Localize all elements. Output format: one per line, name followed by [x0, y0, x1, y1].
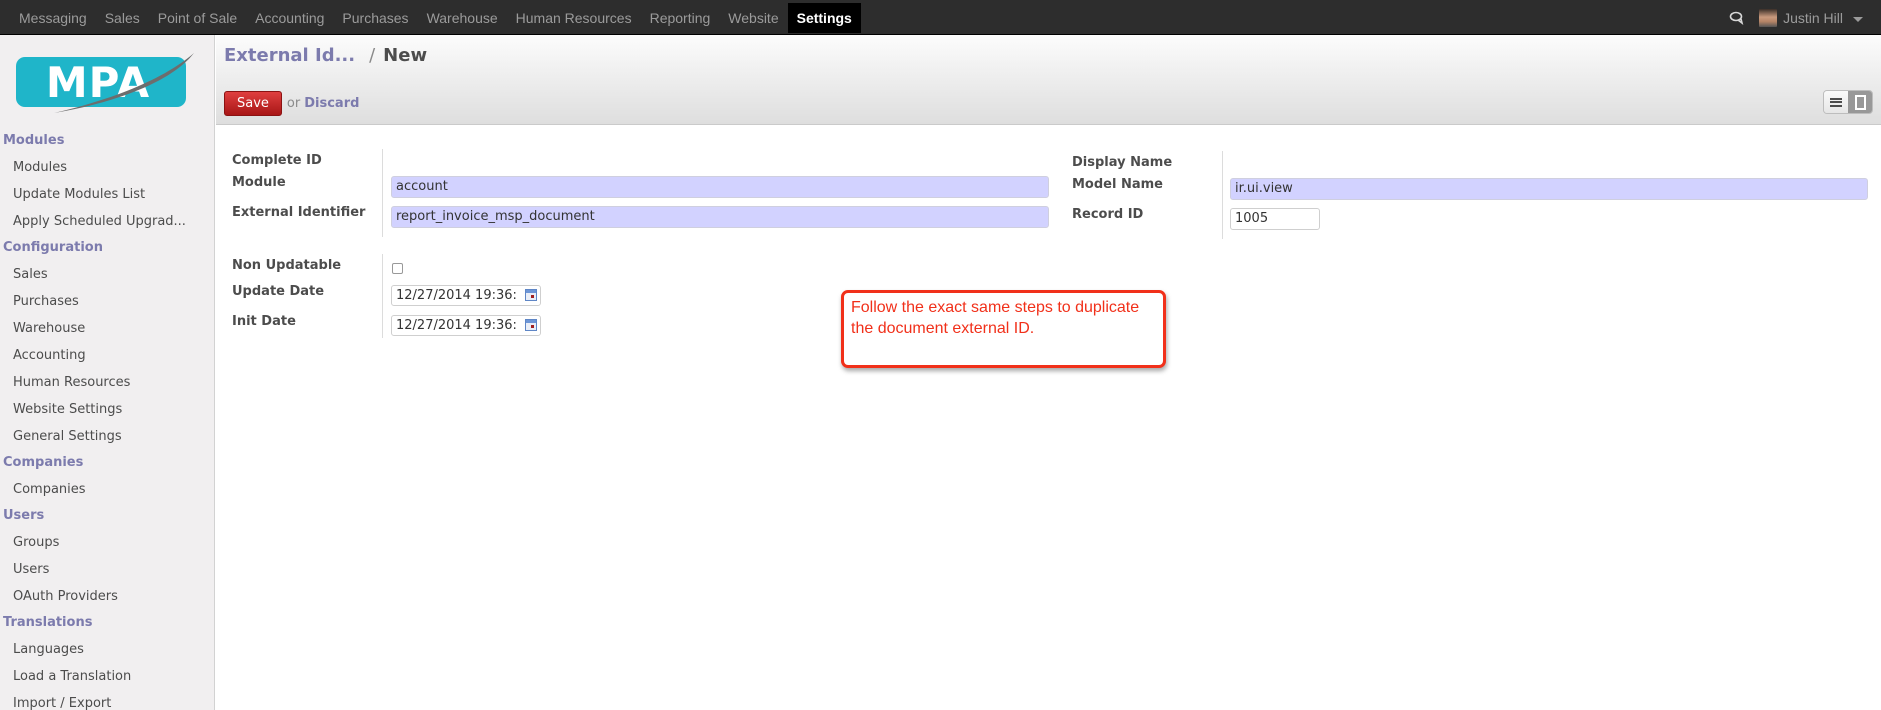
menu-accounting[interactable]: Accounting	[246, 3, 333, 33]
caret-down-icon	[1853, 16, 1863, 22]
sidebar-item-accounting[interactable]: Accounting	[0, 342, 214, 369]
non-updatable-label: Non Updatable	[232, 258, 342, 273]
user-name: Justin Hill	[1783, 9, 1843, 26]
record-id-field[interactable]: 1005	[1230, 208, 1320, 230]
sidebar-item-import-export[interactable]: Import / Export	[0, 690, 214, 710]
form-view-button[interactable]	[1848, 91, 1872, 113]
external-identifier-field[interactable]: report_invoice_msp_document	[391, 206, 1049, 228]
init-date-field[interactable]: 12/27/2014 19:36:	[391, 315, 541, 336]
or-text: or	[286, 96, 301, 111]
model-name-field[interactable]: ir.ui.view	[1230, 178, 1868, 200]
menu-warehouse[interactable]: Warehouse	[418, 3, 507, 33]
breadcrumb: External Id... / New	[224, 45, 427, 66]
save-button[interactable]: Save	[224, 91, 282, 116]
form-actions: Save or Discard	[224, 91, 359, 116]
annotation-callout: Follow the exact same steps to duplicate…	[841, 290, 1166, 368]
module-label: Module	[232, 175, 286, 190]
calendar-icon[interactable]	[525, 289, 537, 301]
module-field[interactable]: account	[391, 176, 1049, 198]
menu-settings[interactable]: Settings	[787, 2, 861, 33]
user-menu[interactable]: Justin Hill	[1759, 8, 1863, 27]
form-icon	[1854, 94, 1866, 110]
sidebar-section-companies: Companies	[3, 455, 84, 470]
sidebar-item-warehouse[interactable]: Warehouse	[0, 315, 214, 342]
list-icon	[1830, 97, 1842, 107]
sidebar-item-apply-scheduled-upgrades[interactable]: Apply Scheduled Upgrad...	[0, 208, 214, 235]
field-separator	[382, 254, 383, 338]
breadcrumb-parent-link[interactable]: External Id...	[224, 45, 355, 66]
sidebar-item-oauth-providers[interactable]: OAuth Providers	[0, 583, 214, 610]
sidebar-section-users: Users	[3, 508, 45, 523]
init-date-value: 12/27/2014 19:36:	[396, 318, 517, 333]
form-header: External Id... / New Save or Discard	[216, 35, 1881, 125]
top-navigation-bar: Messaging Sales Point of Sale Accounting…	[0, 0, 1881, 35]
init-date-label: Init Date	[232, 314, 296, 329]
sidebar-item-update-modules-list[interactable]: Update Modules List	[0, 181, 214, 208]
view-switcher	[1823, 90, 1873, 114]
external-identifier-label: External Identifier	[232, 205, 366, 220]
non-updatable-checkbox[interactable]	[392, 263, 403, 274]
sidebar-item-groups[interactable]: Groups	[0, 529, 214, 556]
sidebar-item-purchases[interactable]: Purchases	[0, 288, 214, 315]
sidebar-item-users[interactable]: Users	[0, 556, 214, 583]
update-date-label: Update Date	[232, 284, 325, 299]
update-date-value: 12/27/2014 19:36:	[396, 288, 517, 303]
breadcrumb-current: New	[383, 45, 428, 66]
sidebar-item-languages[interactable]: Languages	[0, 636, 214, 663]
sidebar-item-general-settings[interactable]: General Settings	[0, 423, 214, 450]
sidebar-section-configuration: Configuration	[3, 240, 103, 255]
menu-messaging[interactable]: Messaging	[10, 3, 96, 33]
company-logo[interactable]: MPA	[14, 49, 196, 115]
sidebar-item-modules[interactable]: Modules	[0, 154, 214, 181]
update-date-field[interactable]: 12/27/2014 19:36:	[391, 285, 541, 306]
sidebar-section-modules: Modules	[3, 133, 65, 148]
form-sheet: Complete ID Module External Identifier a…	[216, 126, 1881, 710]
sidebar-section-translations: Translations	[3, 615, 93, 630]
breadcrumb-separator: /	[369, 45, 376, 66]
topbar-right: Justin Hill	[1729, 0, 1863, 35]
discard-link[interactable]: Discard	[304, 96, 359, 111]
app-menu: Messaging Sales Point of Sale Accounting…	[10, 0, 861, 35]
field-separator	[1222, 151, 1223, 239]
sidebar-item-human-resources[interactable]: Human Resources	[0, 369, 214, 396]
sidebar-item-website-settings[interactable]: Website Settings	[0, 396, 214, 423]
menu-sales[interactable]: Sales	[96, 3, 149, 33]
sidebar-item-sales[interactable]: Sales	[0, 261, 214, 288]
sidebar: MPA Modules Modules Update Modules List …	[0, 35, 215, 710]
complete-id-label: Complete ID	[232, 153, 322, 168]
display-name-label: Display Name	[1072, 155, 1173, 170]
menu-reporting[interactable]: Reporting	[641, 3, 720, 33]
calendar-icon[interactable]	[525, 319, 537, 331]
model-name-label: Model Name	[1072, 177, 1163, 192]
record-id-label: Record ID	[1072, 207, 1144, 222]
menu-website[interactable]: Website	[719, 3, 787, 33]
menu-human-resources[interactable]: Human Resources	[507, 3, 641, 33]
sidebar-item-load-a-translation[interactable]: Load a Translation	[0, 663, 214, 690]
chat-bubbles-icon[interactable]	[1729, 11, 1745, 25]
menu-point-of-sale[interactable]: Point of Sale	[149, 3, 246, 33]
svg-text:MPA: MPA	[46, 58, 150, 107]
field-separator	[382, 149, 383, 237]
menu-purchases[interactable]: Purchases	[333, 3, 417, 33]
sidebar-nav: Modules Modules Update Modules List Appl…	[0, 128, 214, 710]
sidebar-item-companies[interactable]: Companies	[0, 476, 214, 503]
list-view-button[interactable]	[1824, 91, 1848, 113]
avatar	[1759, 8, 1778, 27]
